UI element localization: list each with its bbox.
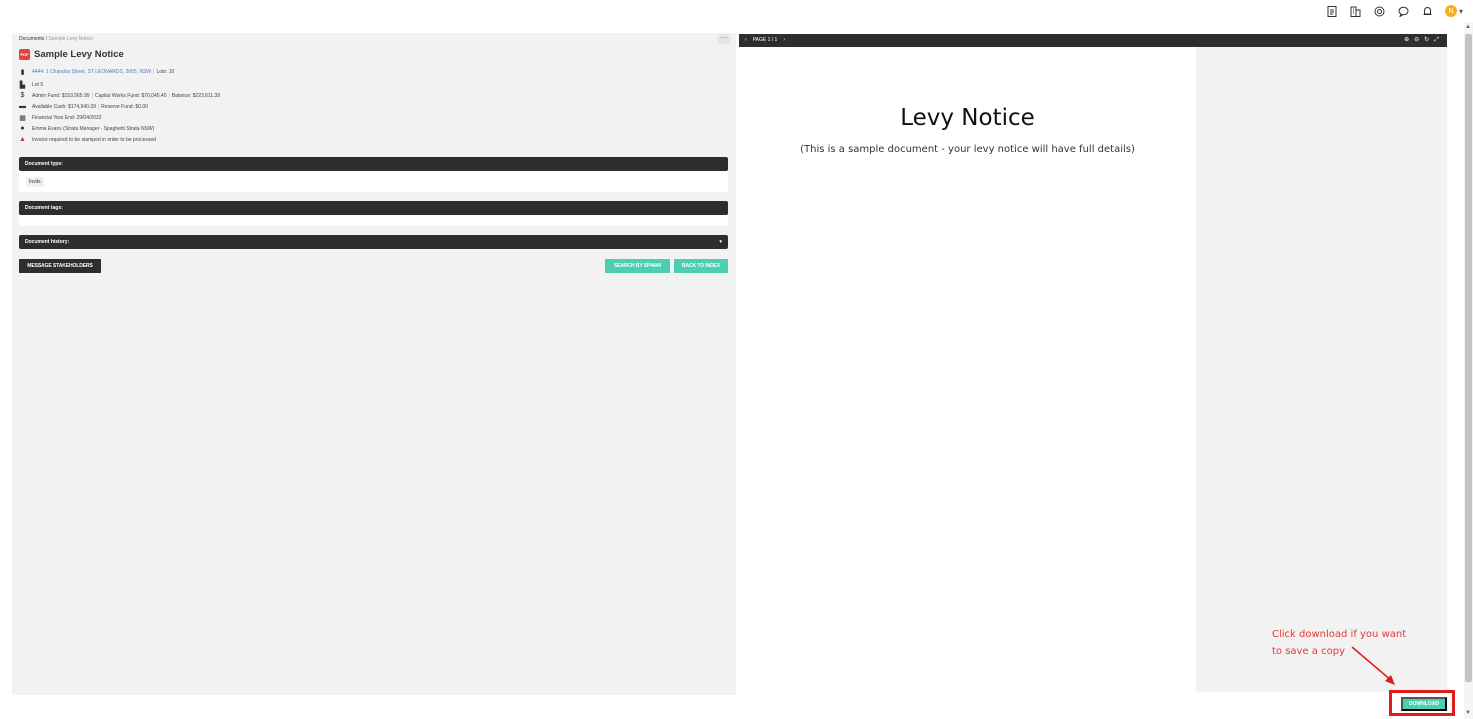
user-avatar[interactable]: N (1444, 5, 1457, 17)
person-icon: ● (20, 125, 25, 132)
document-icon[interactable] (1325, 4, 1339, 18)
document-tags-body[interactable] (19, 215, 728, 226)
chat-icon[interactable] (1397, 4, 1411, 18)
document-type-body: Invits (19, 171, 728, 192)
breadcrumb-separator: / (45, 36, 48, 42)
building-icon[interactable] (1349, 4, 1363, 18)
building-link[interactable]: 4444: 1 Chandos Street, ST LEONARDS, 206… (32, 69, 151, 75)
document-details-panel: ··· Documents / Sample Levy Notice PDF S… (12, 33, 736, 695)
annotation-arrow-icon (1351, 646, 1395, 685)
document-history-label: Document history: (25, 239, 70, 245)
breadcrumb: Documents / Sample Levy Notice (19, 36, 93, 42)
viewer-tools: ⊕ ⊖ ↻ ⤢ (1404, 34, 1439, 47)
dollar-icon: $ (20, 92, 25, 99)
zoom-out-icon[interactable]: ⊖ (1414, 34, 1419, 47)
top-bar: N ▾ (0, 0, 1473, 22)
chevron-down-icon[interactable]: ▾ (1459, 7, 1463, 16)
building-icon: ▮ (20, 68, 25, 76)
back-to-index-button[interactable]: BACK TO INDEX (674, 259, 728, 273)
document-type-chip[interactable]: Invits (26, 177, 44, 187)
lot-value: Lot 5 (32, 81, 44, 88)
bell-icon[interactable] (1421, 4, 1435, 18)
pdf-page: Levy Notice (This is a sample document -… (739, 47, 1196, 692)
cash-icon: ▬ (19, 103, 26, 110)
strata-manager: Emma Evans (Strata Manager - Spaghetti S… (32, 125, 155, 132)
search-by-plan-button[interactable]: SEARCH BY SP4444 (605, 259, 670, 273)
pager: ‹ PAGE 1 / 1 › (745, 34, 785, 47)
building-line: ▮ 4444: 1 Chandos Street, ST LEONARDS, 2… (20, 68, 175, 76)
balance: Balance: $223,611.39 (171, 92, 221, 99)
download-button[interactable]: DOWNLOAD (1401, 697, 1447, 711)
stamp-warning-line: ▲ Invoice required to be stamped in orde… (19, 136, 156, 143)
levy-notice-heading: Levy Notice (900, 105, 1035, 131)
admin-fund: Admin Fund: $153,565.99 (32, 92, 90, 99)
capital-works-fund: Capital Works Fund: $70,045.40 (94, 92, 167, 99)
document-history-header[interactable]: Document history: ▾ (19, 235, 728, 249)
pdf-file-icon: PDF (19, 49, 30, 60)
breadcrumb-documents-link[interactable]: Documents (19, 36, 44, 42)
lot-icon: ▙ (19, 81, 26, 89)
scrollbar-thumb[interactable] (1465, 34, 1472, 682)
help-icon[interactable] (1373, 4, 1387, 18)
reserve-fund: Reserve Fund: $0.00 (101, 103, 148, 110)
top-bar-icons: N ▾ (1325, 4, 1463, 18)
next-page-icon[interactable]: › (783, 34, 785, 47)
lots-label: Lots: (156, 68, 168, 75)
financial-year-line: ▦ Financial Year End: 29/04/2022 (19, 114, 102, 122)
rotate-icon[interactable]: ↻ (1424, 34, 1429, 47)
funds-line: $ Admin Fund: $153,565.99 | Capital Works … (20, 92, 221, 99)
stamp-icon: ▲ (19, 136, 26, 143)
manager-line: ● Emma Evans (Strata Manager - Spaghetti… (19, 125, 154, 132)
more-options-icon[interactable]: ··· (717, 34, 731, 44)
calendar-icon: ▦ (19, 114, 26, 122)
chevron-down-icon[interactable]: ▾ (719, 235, 722, 249)
title-row: PDF Sample Levy Notice (19, 49, 124, 60)
annotation-line-1: Click download if you want (1272, 629, 1407, 640)
cash-line: ▬ Available Cash: $174,940.39 | Reserve Fu… (19, 103, 148, 110)
document-tags-label: Document tags: (25, 205, 63, 211)
lot-line: ▙ Lot 5 (19, 81, 44, 89)
available-cash: Available Cash: $174,940.39 (32, 103, 96, 110)
stamp-warning: Invoice required to be stamped in order … (32, 136, 156, 143)
levy-notice-subtext: (This is a sample document - your levy n… (800, 144, 1135, 155)
previous-page-icon[interactable]: ‹ (745, 34, 747, 47)
page-title: Sample Levy Notice (34, 49, 124, 60)
document-tags-header: Document tags: (19, 201, 728, 215)
pdf-viewer-toolbar: ‹ PAGE 1 / 1 › ⊕ ⊖ ↻ ⤢ (739, 34, 1447, 47)
zoom-in-icon[interactable]: ⊕ (1404, 34, 1409, 47)
scroll-up-icon[interactable]: ▲ (1465, 24, 1471, 30)
message-stakeholders-button[interactable]: MESSAGE STAKEHOLDERS (19, 259, 101, 273)
lots-value: 10 (168, 68, 175, 75)
page-indicator: PAGE 1 / 1 (752, 37, 778, 43)
document-type-label: Document type: (25, 161, 63, 167)
fullscreen-icon[interactable]: ⤢ (1434, 34, 1439, 47)
breadcrumb-current: Sample Levy Notice (48, 36, 93, 42)
financial-year-end: Financial Year End: 29/04/2022 (32, 114, 102, 121)
document-type-header: Document type: (19, 157, 728, 171)
scroll-down-icon[interactable]: ▼ (1465, 710, 1471, 716)
